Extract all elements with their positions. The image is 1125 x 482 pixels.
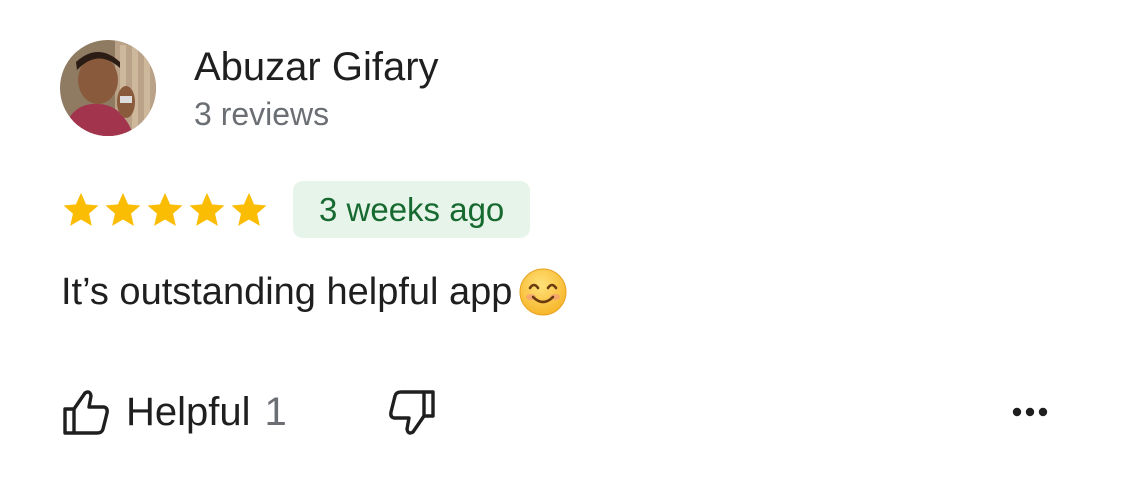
more-options-button[interactable]: [1005, 395, 1055, 429]
author-name[interactable]: Abuzar Gifary: [194, 43, 439, 91]
star-icon: [105, 192, 141, 226]
star-rating: [60, 188, 270, 232]
star-icon: [231, 192, 267, 226]
star-icon: [189, 192, 225, 226]
thumbs-up-icon: [63, 390, 109, 435]
avatar[interactable]: [60, 40, 156, 136]
review-text: It’s outstanding helpful app: [61, 271, 513, 313]
thumbs-down-icon: [389, 390, 435, 435]
more-options-icon: [1012, 407, 1048, 417]
not-helpful-button[interactable]: [380, 386, 438, 442]
review-date-badge: 3 weeks ago: [293, 181, 531, 238]
star-icon: [147, 192, 183, 226]
helpful-button[interactable]: Helpful 1: [60, 384, 287, 440]
smiling-face-icon: [519, 268, 567, 316]
review-body: It’s outstanding helpful app: [61, 266, 568, 318]
author-review-count: 3 reviews: [194, 96, 330, 132]
helpful-label: Helpful: [126, 390, 251, 434]
helpful-count: 1: [264, 390, 287, 434]
star-icon: [63, 192, 99, 226]
review-card: Abuzar Gifary 3 reviews 3 weeks ago It’s…: [0, 0, 1125, 482]
